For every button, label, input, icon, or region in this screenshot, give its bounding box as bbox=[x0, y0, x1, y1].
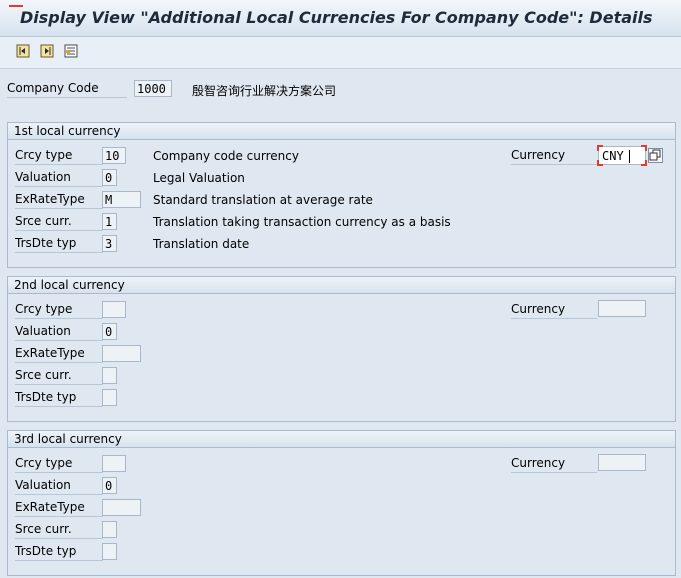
previous-entry-button[interactable] bbox=[15, 43, 31, 59]
srce-curr-field[interactable] bbox=[102, 367, 117, 384]
other-entry-icon bbox=[64, 44, 78, 58]
focus-corner bbox=[597, 160, 603, 166]
section-title: 2nd local currency bbox=[8, 277, 675, 294]
next-entry-button[interactable] bbox=[39, 43, 55, 59]
crcy-type-label: Crcy type bbox=[15, 301, 103, 319]
section-3rd-local-currency: 3rd local currency Crcy type Valuation 0… bbox=[7, 430, 676, 576]
exratetype-label: ExRateType bbox=[15, 345, 103, 363]
valuation-label: Valuation bbox=[15, 477, 103, 495]
crcy-type-field[interactable]: 10 bbox=[102, 147, 126, 164]
exratetype-field[interactable]: M bbox=[102, 191, 141, 208]
company-name: 殷智咨询行业解决方案公司 bbox=[192, 84, 337, 98]
section-2nd-local-currency: 2nd local currency Crcy type Valuation 0… bbox=[7, 276, 676, 422]
exratetype-field[interactable] bbox=[102, 499, 141, 516]
main-content: Company Code 1000 殷智咨询行业解决方案公司 1st local… bbox=[0, 69, 681, 578]
srce-curr-label: Srce curr. bbox=[15, 367, 103, 385]
company-code-field[interactable]: 1000 bbox=[134, 80, 172, 97]
srce-curr-field[interactable]: 1 bbox=[102, 213, 117, 230]
trsdte-typ-label: TrsDte typ bbox=[15, 543, 103, 561]
section-title: 1st local currency bbox=[8, 123, 675, 140]
title-bar: Display View "Additional Local Currencie… bbox=[0, 0, 681, 37]
srce-curr-desc: Translation taking transaction currency … bbox=[153, 215, 451, 229]
crcy-type-label: Crcy type bbox=[15, 455, 103, 473]
exratetype-field[interactable] bbox=[102, 345, 141, 362]
page-title: Display View "Additional Local Currencie… bbox=[20, 8, 653, 27]
value-help-button[interactable] bbox=[648, 148, 663, 163]
section-title: 3rd local currency bbox=[8, 431, 675, 448]
crcy-type-field[interactable] bbox=[102, 301, 126, 318]
currency-label: Currency bbox=[511, 301, 597, 319]
currency-field[interactable] bbox=[598, 300, 646, 317]
srce-curr-field[interactable] bbox=[102, 521, 117, 538]
trsdte-typ-label: TrsDte typ bbox=[15, 389, 103, 407]
valuation-desc: Legal Valuation bbox=[153, 171, 245, 185]
trsdte-typ-field[interactable] bbox=[102, 543, 117, 560]
currency-value: CNY bbox=[602, 149, 624, 163]
currency-label: Currency bbox=[511, 455, 597, 473]
currency-field[interactable]: CNY bbox=[597, 145, 647, 166]
valuation-label: Valuation bbox=[15, 323, 103, 341]
trsdte-typ-field[interactable]: 3 bbox=[102, 235, 117, 252]
exratetype-desc: Standard translation at average rate bbox=[153, 193, 373, 207]
focus-corner bbox=[641, 145, 647, 151]
valuation-field[interactable]: 0 bbox=[102, 323, 117, 340]
currency-label: Currency bbox=[511, 147, 597, 165]
crcy-type-label: Crcy type bbox=[15, 147, 103, 165]
exratetype-label: ExRateType bbox=[15, 191, 103, 209]
focus-corner bbox=[641, 160, 647, 166]
trsdte-typ-field[interactable] bbox=[102, 389, 117, 406]
valuation-field[interactable]: 0 bbox=[102, 169, 117, 186]
next-entry-icon bbox=[40, 44, 54, 58]
trsdte-typ-desc: Translation date bbox=[153, 237, 250, 251]
valuation-field[interactable]: 0 bbox=[102, 477, 117, 494]
crcy-type-field[interactable] bbox=[102, 455, 126, 472]
other-entry-button[interactable] bbox=[63, 43, 79, 59]
company-code-label: Company Code bbox=[7, 80, 127, 98]
section-1st-local-currency: 1st local currency Crcy type 10 Company … bbox=[7, 122, 676, 268]
previous-entry-icon bbox=[16, 44, 30, 58]
exratetype-label: ExRateType bbox=[15, 499, 103, 517]
srce-curr-label: Srce curr. bbox=[15, 521, 103, 539]
title-accent bbox=[9, 5, 23, 7]
currency-field[interactable] bbox=[598, 454, 646, 471]
focus-corner bbox=[597, 145, 603, 151]
text-cursor bbox=[629, 150, 630, 163]
valuation-label: Valuation bbox=[15, 169, 103, 187]
srce-curr-label: Srce curr. bbox=[15, 213, 103, 231]
application-toolbar bbox=[0, 37, 681, 69]
value-help-icon bbox=[649, 149, 661, 161]
crcy-type-desc: Company code currency bbox=[153, 149, 299, 163]
trsdte-typ-label: TrsDte typ bbox=[15, 235, 103, 253]
